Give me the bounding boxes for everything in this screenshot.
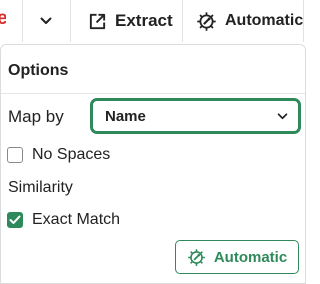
chevron-down-icon bbox=[277, 112, 288, 119]
options-divider bbox=[1, 93, 305, 94]
chevron-down-icon bbox=[40, 17, 52, 24]
checkmark-icon bbox=[9, 215, 21, 224]
map-by-value: Name bbox=[105, 107, 146, 125]
map-by-select[interactable]: Name bbox=[90, 98, 301, 134]
automatic-button-label: Automatic bbox=[213, 248, 288, 266]
no-spaces-checkbox-row[interactable]: No Spaces bbox=[7, 146, 110, 164]
automatic-toolbar-button[interactable]: Automatic bbox=[196, 0, 303, 42]
automatic-toolbar-label: Automatic bbox=[225, 12, 304, 29]
toolbar-divider bbox=[182, 0, 183, 42]
toolbar: e Extract Automatic bbox=[0, 0, 306, 42]
toolbar-divider bbox=[303, 0, 304, 42]
external-link-icon bbox=[89, 13, 106, 29]
no-spaces-checkbox[interactable] bbox=[7, 147, 23, 163]
similarity-title: Similarity bbox=[8, 179, 73, 196]
exact-match-label: Exact Match bbox=[32, 211, 121, 228]
no-spaces-label: No Spaces bbox=[32, 146, 111, 163]
toolbar-divider bbox=[70, 0, 71, 42]
toolbar-clipped-label[interactable]: e bbox=[0, 8, 6, 30]
gear-wand-icon bbox=[188, 248, 205, 266]
toolbar-dropdown-button[interactable] bbox=[22, 0, 70, 42]
automatic-button[interactable]: Automatic bbox=[175, 240, 299, 274]
options-panel: Options Map by Name No Spaces Similarity… bbox=[0, 44, 306, 284]
extract-button[interactable]: Extract bbox=[88, 0, 173, 42]
map-by-label: Map by bbox=[8, 107, 64, 126]
extract-label: Extract bbox=[115, 11, 173, 30]
exact-match-checkbox[interactable] bbox=[7, 212, 23, 228]
gear-wand-icon bbox=[197, 11, 216, 31]
options-title: Options bbox=[8, 62, 69, 79]
exact-match-checkbox-row[interactable]: Exact Match bbox=[7, 211, 120, 229]
